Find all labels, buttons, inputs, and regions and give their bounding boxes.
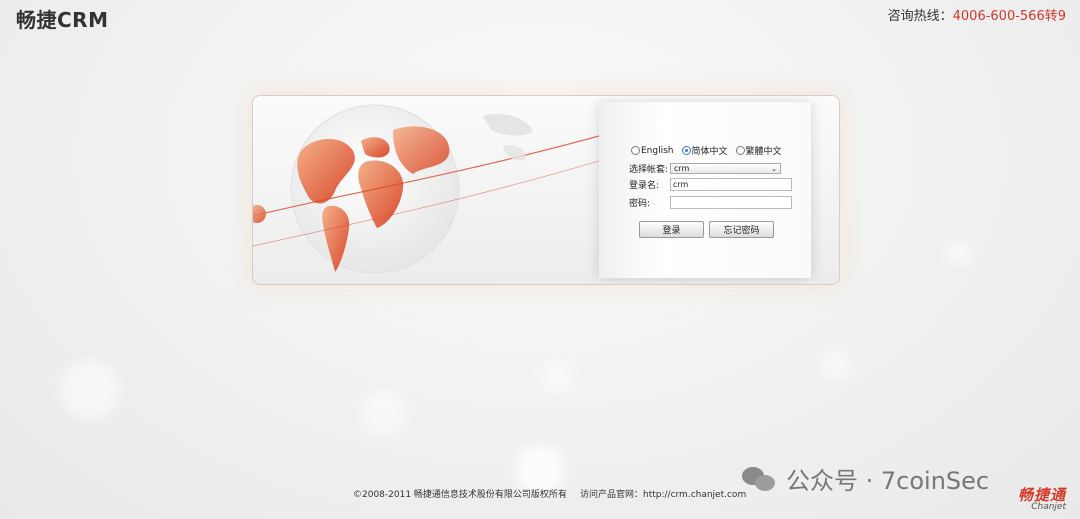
background-bokeh bbox=[540, 360, 574, 394]
hotline-number: 4006-600-566转9 bbox=[952, 9, 1066, 24]
username-label: 登录名: bbox=[629, 181, 660, 191]
background-bokeh bbox=[945, 240, 971, 266]
hotline: 咨询热线：4006-600-566转9 bbox=[888, 5, 1066, 24]
wechat-watermark: 公众号 · 7coinSec bbox=[742, 461, 989, 496]
login-panel: English 简体中文 繁體中文 选择帐套: crm ⌄ 登录名: crm 密… bbox=[252, 95, 840, 285]
account-set-value: crm bbox=[674, 164, 690, 173]
username-input[interactable]: crm bbox=[670, 178, 792, 191]
wechat-icon bbox=[742, 465, 778, 493]
radio-english[interactable] bbox=[631, 146, 640, 155]
password-row: 密码: bbox=[629, 196, 792, 209]
watermark-text: 公众号 · 7coinSec bbox=[786, 467, 990, 495]
language-label-traditional-chinese: 繁體中文 bbox=[745, 147, 782, 157]
background-bokeh bbox=[360, 390, 406, 436]
account-set-select[interactable]: crm ⌄ bbox=[670, 163, 781, 174]
copyright-text: ©2008-2011 畅捷通信息技术股份有限公司版权所有 bbox=[353, 490, 567, 500]
globe-illustration bbox=[253, 104, 599, 274]
account-set-row: 选择帐套: crm ⌄ bbox=[629, 162, 781, 175]
hotline-label: 咨询热线： bbox=[887, 9, 953, 24]
chevron-down-icon: ⌄ bbox=[771, 164, 777, 173]
chanjet-logo: 畅捷通 Chanjet bbox=[1018, 484, 1066, 512]
username-row: 登录名: crm bbox=[629, 178, 792, 191]
language-selector: English 简体中文 繁體中文 bbox=[631, 144, 782, 157]
language-label-english: English bbox=[641, 145, 674, 156]
login-form: English 简体中文 繁體中文 选择帐套: crm ⌄ 登录名: crm 密… bbox=[599, 102, 811, 278]
app-logo: 畅捷CRM bbox=[16, 8, 109, 32]
language-option-english[interactable]: English bbox=[631, 146, 674, 156]
language-label-simplified-chinese: 简体中文 bbox=[691, 147, 728, 157]
password-label: 密码: bbox=[629, 199, 651, 209]
radio-traditional-chinese[interactable] bbox=[735, 146, 745, 155]
radio-simplified-chinese[interactable] bbox=[681, 146, 691, 155]
login-button[interactable]: 登录 bbox=[639, 221, 704, 238]
language-option-simplified-chinese[interactable]: 简体中文 bbox=[681, 144, 728, 157]
password-input[interactable] bbox=[670, 196, 792, 209]
background-bokeh bbox=[820, 350, 850, 380]
forgot-password-button[interactable]: 忘记密码 bbox=[709, 221, 774, 238]
product-site-link[interactable]: 访问产品官网：http://crm.chanjet.com bbox=[580, 487, 746, 500]
language-option-traditional-chinese[interactable]: 繁體中文 bbox=[735, 144, 782, 157]
account-set-label: 选择帐套: bbox=[629, 165, 669, 175]
background-bokeh bbox=[60, 360, 120, 420]
